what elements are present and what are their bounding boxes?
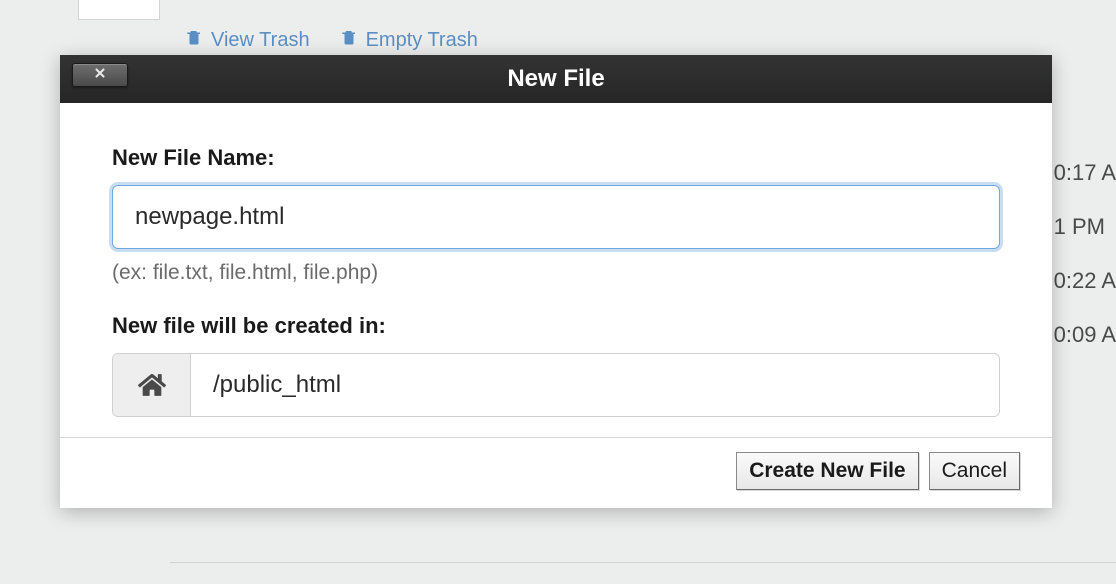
bg-panel bbox=[78, 0, 160, 20]
filename-hint: (ex: file.txt, file.html, file.php) bbox=[112, 261, 1000, 285]
dialog-title: New File bbox=[507, 65, 604, 93]
view-trash-link[interactable]: View Trash bbox=[185, 28, 310, 52]
bg-times-column: 0:17 A 1 PM 0:22 A 0:09 A bbox=[1050, 160, 1116, 376]
new-file-dialog: New File New File Name: (ex: file.txt, f… bbox=[60, 55, 1052, 508]
time-cell: 0:17 A bbox=[1050, 160, 1116, 186]
trash-icon bbox=[185, 28, 203, 52]
filename-label: New File Name: bbox=[112, 145, 1000, 171]
close-button[interactable] bbox=[72, 63, 128, 87]
create-new-file-button[interactable]: Create New File bbox=[736, 452, 918, 490]
bg-toolbar: View Trash Empty Trash bbox=[185, 28, 478, 52]
empty-trash-label: Empty Trash bbox=[366, 29, 478, 52]
path-label: New file will be created in: bbox=[112, 313, 1000, 339]
empty-trash-link[interactable]: Empty Trash bbox=[340, 28, 478, 52]
dialog-footer: Create New File Cancel bbox=[60, 437, 1052, 508]
dialog-body: New File Name: (ex: file.txt, file.html,… bbox=[60, 103, 1052, 437]
cancel-button[interactable]: Cancel bbox=[929, 452, 1020, 490]
bg-divider bbox=[170, 562, 1116, 584]
path-value[interactable]: /public_html bbox=[191, 354, 999, 416]
view-trash-label: View Trash bbox=[211, 29, 310, 52]
filename-input[interactable] bbox=[112, 185, 1000, 249]
time-cell: 1 PM bbox=[1050, 214, 1116, 240]
time-cell: 0:22 A bbox=[1050, 268, 1116, 294]
close-icon bbox=[93, 66, 107, 85]
trash-icon bbox=[340, 28, 358, 52]
time-cell: 0:09 A bbox=[1050, 322, 1116, 348]
path-group: /public_html bbox=[112, 353, 1000, 417]
dialog-header: New File bbox=[60, 55, 1052, 103]
home-icon[interactable] bbox=[113, 354, 191, 416]
